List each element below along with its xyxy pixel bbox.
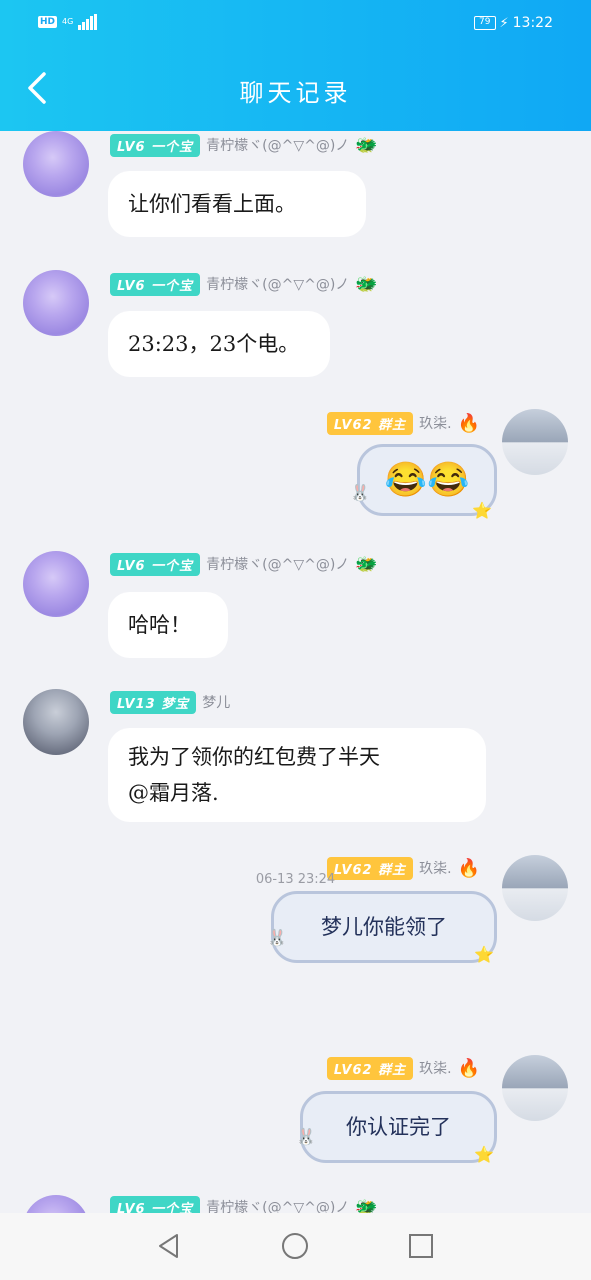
sender-info: LV13 梦宝 梦儿: [110, 690, 230, 714]
triangle-back-icon: [159, 1234, 178, 1258]
message-text: 23:23，23个电。: [128, 332, 300, 356]
sender-info: LV6 一个宝 青柠檬ヾ(@^▽^@)ノ 🐲: [110, 552, 378, 576]
avatar[interactable]: [502, 1055, 568, 1121]
message-text: 梦儿你能领了: [321, 915, 447, 939]
dragon-icon: 🐲: [355, 273, 378, 295]
message-bubble[interactable]: 我为了领你的红包费了半天 @霜月落.: [108, 728, 486, 822]
message-bubble[interactable]: 让你们看看上面。: [108, 171, 366, 237]
network-type: 4G: [62, 17, 74, 26]
status-time: 13:22: [512, 15, 553, 31]
star-icon: ⭐: [474, 945, 494, 964]
page-title: 聊天记录: [239, 79, 352, 107]
sender-info: LV62 群主 玖柒. 🔥: [326, 1056, 480, 1080]
sender-name[interactable]: 青柠檬ヾ(@^▽^@)ノ: [206, 554, 349, 574]
nav-home-button[interactable]: [281, 1232, 309, 1260]
sender-info: LV6 一个宝 青柠檬ヾ(@^▽^@)ノ 🐲: [110, 272, 378, 296]
message-text: 你认证完了: [346, 1115, 451, 1139]
avatar[interactable]: [502, 409, 568, 475]
level-badge: LV6 一个宝: [110, 1195, 201, 1213]
dragon-icon: 🐲: [355, 1196, 378, 1214]
avatar[interactable]: [23, 270, 89, 336]
message-text: 让你们看看上面。: [128, 192, 296, 216]
message-text: 哈哈！: [128, 613, 191, 637]
hd-badge: HD: [38, 16, 58, 28]
chat-history[interactable]: LV6 一个宝 青柠檬ヾ(@^▽^@)ノ 🐲 让你们看看上面。 LV6 一个宝 …: [0, 131, 591, 1213]
charging-icon: ⚡: [499, 15, 509, 31]
circle-home-icon: [282, 1233, 308, 1259]
message-bubble[interactable]: 梦儿你能领了: [271, 891, 497, 963]
nav-back-button[interactable]: [155, 1232, 183, 1260]
rabbit-sticker-icon: 🐰: [267, 928, 287, 947]
sender-name[interactable]: 玖柒.: [419, 1058, 451, 1078]
star-icon: ⭐: [474, 1145, 494, 1164]
sender-name[interactable]: 青柠檬ヾ(@^▽^@)ノ: [206, 135, 349, 155]
sender-name[interactable]: 青柠檬ヾ(@^▽^@)ノ: [206, 1197, 349, 1213]
avatar[interactable]: [23, 689, 89, 755]
battery-icon: 79: [474, 16, 496, 30]
avatar[interactable]: [23, 551, 89, 617]
sender-name[interactable]: 梦儿: [202, 692, 230, 712]
status-bar: HD 4G 79 ⚡ 13:22: [0, 0, 591, 48]
message-bubble[interactable]: 23:23，23个电。: [108, 311, 330, 377]
message-bubble[interactable]: 你认证完了: [300, 1091, 497, 1163]
sender-info: LV62 群主 玖柒. 🔥: [326, 411, 480, 435]
network-indicator: 4G: [62, 18, 73, 26]
fire-icon: 🔥: [457, 412, 480, 434]
sender-info: LV6 一个宝 青柠檬ヾ(@^▽^@)ノ 🐲: [110, 1195, 378, 1213]
dragon-icon: 🐲: [355, 134, 378, 156]
header-bar: HD 4G 79 ⚡ 13:22 聊天记录: [0, 0, 591, 131]
mention-text: @霜月落.: [128, 781, 219, 805]
level-badge: LV6 一个宝: [110, 272, 201, 296]
star-icon: ⭐: [472, 501, 492, 520]
level-badge: LV6 一个宝: [110, 552, 201, 576]
nav-recent-button[interactable]: [407, 1232, 435, 1260]
level-badge: LV13 梦宝: [110, 690, 197, 714]
level-badge: LV62 群主: [326, 1056, 414, 1080]
message-text-line: 我为了领你的红包费了半天: [128, 745, 380, 769]
dragon-icon: 🐲: [355, 553, 378, 575]
avatar[interactable]: [23, 1195, 89, 1213]
fire-icon: 🔥: [457, 1057, 480, 1079]
laughing-emoji: 😂😂: [384, 460, 470, 500]
signal-icon: [78, 14, 98, 30]
level-badge: LV6 一个宝: [110, 133, 201, 157]
avatar[interactable]: [23, 131, 89, 197]
rabbit-sticker-icon: 🐰: [296, 1127, 316, 1146]
sender-name[interactable]: 青柠檬ヾ(@^▽^@)ノ: [206, 274, 349, 294]
rabbit-sticker-icon: 🐰: [350, 483, 370, 502]
message-bubble[interactable]: 哈哈！: [108, 592, 228, 658]
sender-info: LV6 一个宝 青柠檬ヾ(@^▽^@)ノ 🐲: [110, 133, 378, 157]
avatar[interactable]: [502, 855, 568, 921]
system-nav-bar: [0, 1213, 591, 1280]
square-recent-icon: [409, 1234, 433, 1258]
timestamp-divider: 06-13 23:24: [255, 872, 336, 887]
level-badge: LV62 群主: [326, 411, 414, 435]
sender-name[interactable]: 玖柒.: [419, 413, 451, 433]
